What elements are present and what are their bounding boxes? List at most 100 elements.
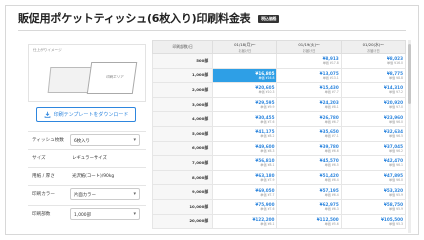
price-cell[interactable]: ¥13,075 単価 ¥13.1 (276, 67, 342, 84)
price-cell[interactable]: ¥49,600 単価 ¥8.3 (212, 140, 278, 157)
size-value: レギュラーサイズ (72, 156, 107, 161)
price-cell[interactable]: ¥69,050 単価 ¥7.7 (212, 184, 278, 200)
price-table-container: 印刷部数/日 01/18(月)〜 お届け日 01/19(火)〜 お届け日 01/… (151, 40, 407, 233)
chevron-down-icon: ▾ (133, 211, 136, 217)
price-cell[interactable]: ¥8,023 単価 ¥16.0 (340, 53, 407, 69)
quantity-cell: 500部 (151, 53, 214, 69)
price-cell[interactable]: ¥8,913 単価 ¥17.8 (276, 53, 342, 69)
sheet-count-label: ティッシュ枚数 (32, 138, 64, 143)
delivery-date-header: 01/20(水)〜 お届け日 (340, 40, 407, 54)
unit-price: 単価 ¥6.1 (388, 163, 403, 168)
table-row: 9,000部 ¥69,050 単価 ¥7.7 ¥57,195 単価 ¥6.4 ¥53,32… (151, 184, 407, 200)
unit-price: 単価 ¥6.2 (388, 148, 403, 153)
quantity-value: 1,000部 (74, 213, 91, 218)
price-cell[interactable]: ¥56,810 単価 ¥8.1 (212, 155, 278, 171)
title-divider (18, 30, 406, 31)
price-cell[interactable]: ¥105,500 単価 ¥5.3 (340, 213, 407, 230)
price-cell[interactable]: ¥57,195 単価 ¥6.4 (276, 184, 342, 200)
quantity-cell: 6,000部 (151, 140, 214, 157)
price-cell[interactable]: ¥122,200 単価 ¥6.1 (212, 213, 278, 230)
delivery-date-sub: お届け日 (302, 48, 316, 53)
price-cell[interactable]: ¥45,570 単価 ¥6.5 (276, 155, 342, 171)
unit-price: 単価 ¥7.9 (260, 178, 275, 183)
download-template-label: 印刷テンプレートをダウンロード (53, 112, 129, 118)
price-cell[interactable]: ¥32,634 単価 ¥6.5 (340, 125, 407, 142)
preview-label: 仕上がりイメージ (33, 48, 62, 52)
unit-price: 単価 ¥7.7 (324, 90, 339, 95)
delivery-date-header: 01/18(月)〜 お届け日 (212, 40, 278, 54)
quantity-cell: 9,000部 (151, 184, 214, 200)
unit-price: 単価 ¥5.9 (388, 192, 403, 197)
quantity-cell: 2,000部 (151, 82, 214, 98)
quantity-cell: 20,000部 (151, 213, 214, 230)
unit-price: 単価 ¥6.7 (324, 119, 339, 124)
quantity-cell: 10,000部 (151, 198, 214, 215)
unit-price: 単価 ¥8.3 (260, 148, 275, 153)
price-table-header: 印刷部数/日 01/18(月)〜 お届け日 01/19(火)〜 お届け日 01/… (151, 40, 407, 54)
price-cell[interactable]: ¥37,045 単価 ¥6.2 (340, 140, 407, 157)
tissue-front-label: 印刷エリア (105, 75, 124, 79)
delivery-date-sub: お届け日 (366, 48, 380, 53)
price-cell[interactable]: ¥16,805 単価 ¥16.8 (212, 67, 278, 84)
price-cell[interactable]: ¥14,310 単価 ¥7.2 (340, 82, 407, 98)
quantity-label: 印刷部数 (32, 212, 51, 217)
price-cell[interactable]: ¥20,920 単価 ¥7.0 (340, 96, 407, 113)
price-cell[interactable]: ¥24,203 単価 ¥8.1 (276, 96, 342, 113)
price-cell[interactable]: ¥62,975 単価 ¥6.3 (276, 198, 342, 215)
table-row: 4,000部 ¥30,455 単価 ¥7.6 ¥26,780 単価 ¥6.7 ¥23,96… (151, 111, 407, 127)
print-color-row: 印刷カラー 片面カラー ▾ (28, 185, 146, 204)
price-cell[interactable]: ¥30,455 単価 ¥7.6 (212, 111, 278, 127)
chevron-down-icon: ▾ (133, 191, 136, 197)
price-cell[interactable]: ¥47,895 単価 ¥6.0 (340, 169, 407, 186)
page-title: 販促用ポケットティッシュ(6枚入り)印刷料金表 税込価格 (18, 10, 280, 26)
download-template-button[interactable]: 印刷テンプレートをダウンロード (36, 107, 136, 122)
price-cell[interactable]: ¥42,470 単価 ¥6.1 (340, 155, 407, 171)
price-cell[interactable]: ¥23,960 単価 ¥6.0 (340, 111, 407, 127)
unit-price: 単価 ¥7.6 (260, 207, 275, 212)
unit-price: 単価 ¥8.2 (260, 134, 275, 139)
price-cell[interactable]: ¥41,175 単価 ¥8.2 (212, 125, 278, 142)
price-cell[interactable]: ¥75,900 単価 ¥7.6 (212, 198, 278, 215)
quantity-column-header: 印刷部数/日 (151, 40, 214, 54)
price-cell[interactable]: ¥15,430 単価 ¥7.7 (276, 82, 342, 98)
unit-price: 単価 ¥5.6 (324, 221, 339, 226)
table-row: 2,000部 ¥20,605 単価 ¥10.3 ¥15,430 単価 ¥7.7 ¥14,3… (151, 82, 407, 98)
unit-price: 単価 ¥7.0 (388, 105, 403, 110)
quantity-cell: 4,000部 (151, 111, 214, 127)
price-cell[interactable]: ¥51,420 単価 ¥6.4 (276, 169, 342, 186)
price-cell[interactable]: ¥26,780 単価 ¥6.7 (276, 111, 342, 127)
print-color-select[interactable]: 片面カラー ▾ (70, 188, 140, 200)
price-cell[interactable]: ¥39,780 単価 ¥6.6 (276, 140, 342, 157)
price-cell[interactable]: ¥8,775 単価 ¥8.8 (340, 67, 407, 84)
unit-price: 単価 ¥6.4 (324, 192, 339, 197)
download-icon (44, 111, 50, 118)
price-cell[interactable]: ¥112,500 単価 ¥5.6 (276, 213, 342, 230)
quantity-cell: 5,000部 (151, 125, 214, 142)
price-cell[interactable]: ¥20,605 単価 ¥10.3 (212, 82, 278, 98)
delivery-date-header: 01/19(火)〜 お届け日 (276, 40, 342, 54)
price-table: 印刷部数/日 01/18(月)〜 お届け日 01/19(火)〜 お届け日 01/… (151, 40, 407, 230)
price-cell[interactable]: ¥29,595 単価 ¥9.9 (212, 96, 278, 113)
quantity-select[interactable]: 1,000部 ▾ (70, 208, 140, 220)
sheet-count-select[interactable]: 6枚入り ▾ (70, 134, 140, 146)
table-scrollbar-thumb[interactable] (408, 44, 411, 104)
unit-price: 単価 ¥6.4 (324, 178, 339, 183)
quantity-row: 印刷部数 1,000部 ▾ (28, 205, 146, 224)
sheet-count-value: 6枚入り (74, 139, 90, 144)
unit-price: 単価 ¥13.1 (322, 75, 339, 80)
price-cell[interactable]: ¥63,180 単価 ¥7.9 (212, 169, 278, 186)
unit-price: 単価 ¥7.7 (260, 192, 275, 197)
unit-price: 単価 ¥8.1 (260, 163, 275, 168)
unit-price: 単価 ¥6.0 (388, 178, 403, 183)
quantity-cell: 1,000部 (151, 67, 214, 84)
page-title-text: 販促用ポケットティッシュ(6枚入り)印刷料金表 (18, 12, 251, 25)
unit-price: 単価 ¥9.9 (260, 105, 275, 110)
size-label: サイズ (32, 156, 46, 161)
unit-price: 単価 ¥6.5 (324, 163, 339, 168)
unit-price: 単価 ¥17.8 (322, 61, 339, 66)
table-row: 20,000部 ¥122,200 単価 ¥6.1 ¥112,500 単価 ¥5.6 ¥10… (151, 213, 407, 230)
price-cell[interactable]: ¥53,320 単価 ¥5.9 (340, 184, 407, 200)
price-cell[interactable]: ¥35,650 単価 ¥7.1 (276, 125, 342, 142)
price-cell[interactable]: ¥58,750 単価 ¥5.9 (340, 198, 407, 215)
price-cell (212, 53, 278, 69)
